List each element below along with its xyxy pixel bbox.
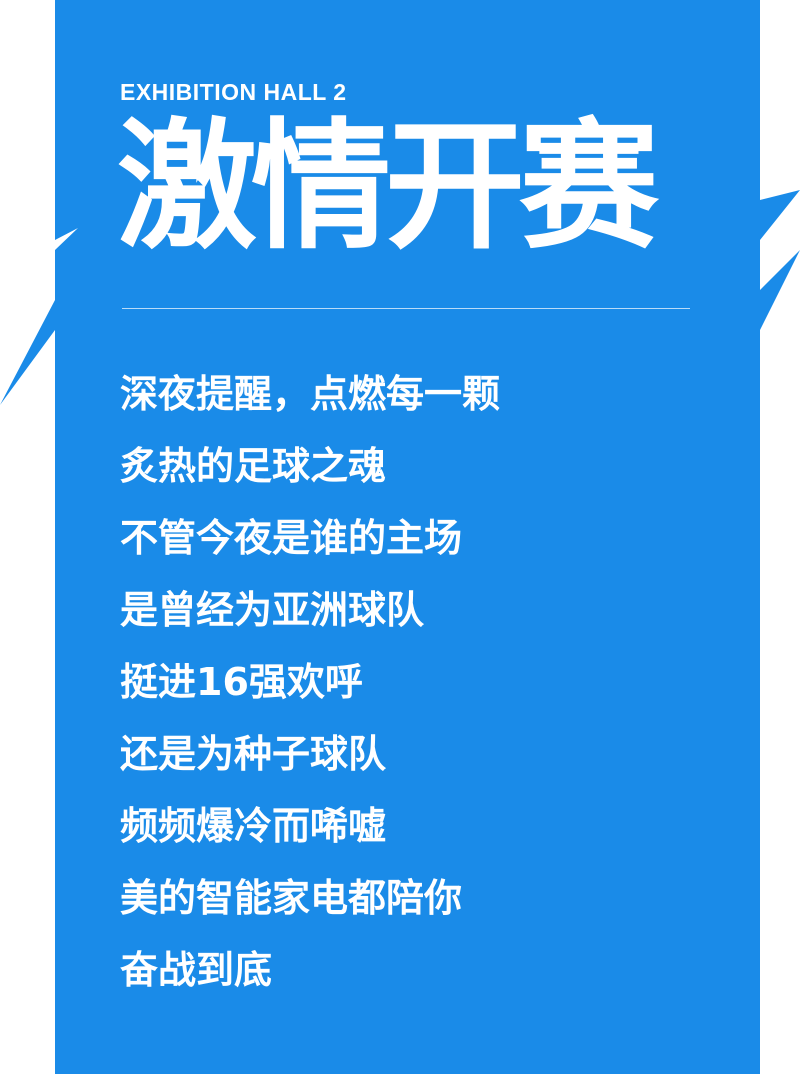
- body-line-4: 是曾经为亚洲球队: [120, 588, 425, 632]
- body-line-2: 炙热的足球之魂: [120, 444, 387, 488]
- title-divider: [122, 308, 690, 309]
- body-line-9: 奋战到底: [120, 948, 273, 992]
- body-line-7: 频频爆冷而唏嘘: [120, 804, 387, 848]
- body-line-3: 不管今夜是谁的主场: [120, 516, 463, 560]
- headline-title: 激情开赛: [117, 106, 659, 269]
- body-line-6: 还是为种子球队: [120, 732, 387, 776]
- poster-page: EXHIBITION HALL 2 激情开赛 深夜提醒，点燃每一颗 炙热的足球之…: [0, 0, 800, 1074]
- body-text: 深夜提醒，点燃每一颗 炙热的足球之魂 不管今夜是谁的主场 是曾经为亚洲球队 挺进…: [120, 358, 500, 1006]
- body-line-8: 美的智能家电都陪你: [120, 876, 463, 920]
- hall-label: EXHIBITION HALL 2: [120, 79, 347, 105]
- body-line-1: 深夜提醒，点燃每一颗: [120, 372, 501, 416]
- poster-content: EXHIBITION HALL 2 激情开赛 深夜提醒，点燃每一颗 炙热的足球之…: [55, 0, 760, 1074]
- body-line-5: 挺进16强欢呼: [120, 660, 363, 704]
